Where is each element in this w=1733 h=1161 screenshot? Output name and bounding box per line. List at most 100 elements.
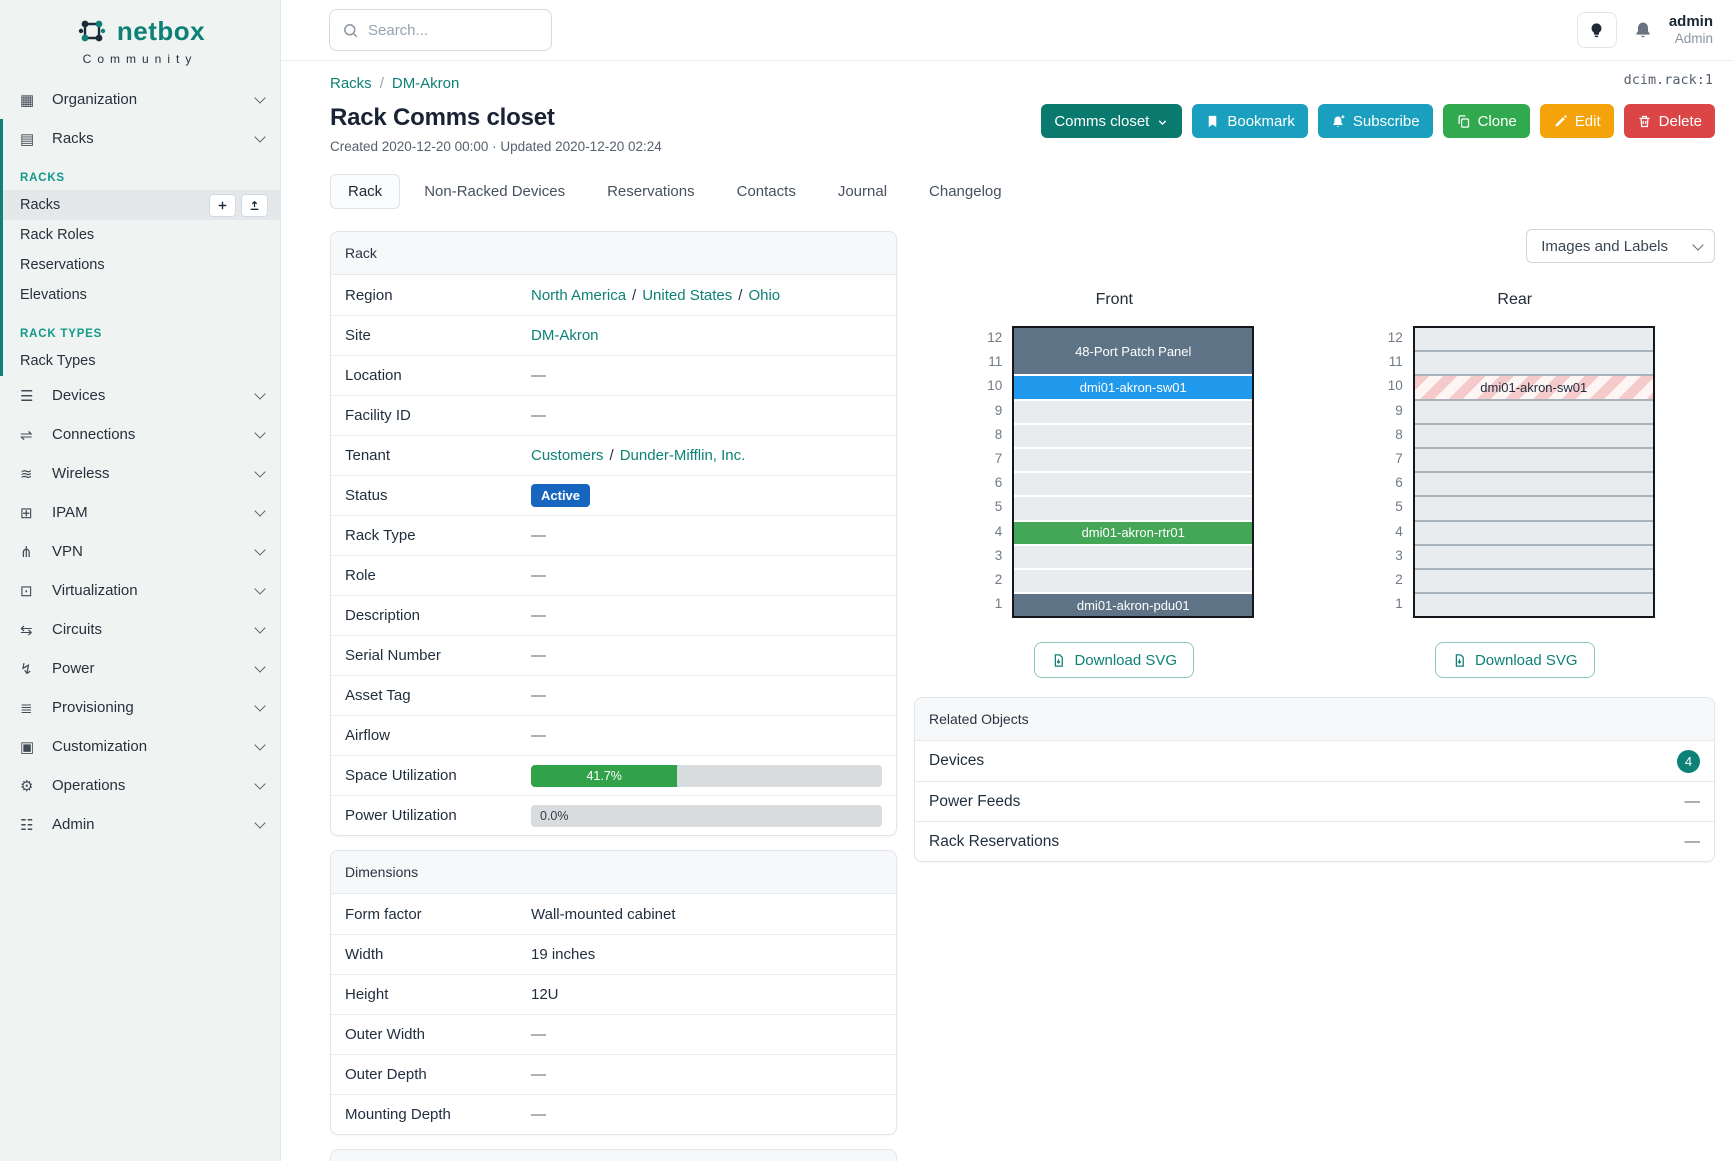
dimensions-panel-title: Dimensions (331, 851, 896, 894)
rack-device-dmi01-akron-rtr01[interactable]: dmi01-akron-rtr01 (1014, 522, 1252, 544)
sidebar-subitem-racks[interactable]: Racks (0, 190, 280, 220)
unit-number: 3 (1375, 544, 1403, 568)
empty-rack-unit (1415, 497, 1653, 519)
rack-device-dmi01-akron-sw01[interactable]: dmi01-akron-sw01 (1415, 376, 1653, 398)
region-link[interactable]: United States (642, 287, 732, 304)
row-power-utilization: Power Utilization 0.0% (331, 795, 896, 835)
sidebar-item-wireless[interactable]: ≋Wireless (0, 454, 280, 493)
unit-number: 9 (974, 399, 1002, 423)
import-racks-button[interactable] (241, 194, 268, 217)
related-row-power-feeds[interactable]: Power Feeds— (915, 781, 1714, 821)
empty-rack-unit (1415, 401, 1653, 423)
sidebar-item-circuits[interactable]: ⇆Circuits (0, 610, 280, 649)
bookmark-button[interactable]: Bookmark (1192, 104, 1308, 138)
tenant-group-link[interactable]: Customers (531, 447, 604, 464)
sidebar-item-ipam[interactable]: ⊞IPAM (0, 493, 280, 532)
row-description: Description — (331, 595, 896, 635)
tab-journal[interactable]: Journal (820, 174, 905, 209)
related-row-rack-reservations[interactable]: Rack Reservations— (915, 821, 1714, 861)
empty-rack-unit (1415, 328, 1653, 350)
network-icon: ⋔ (20, 543, 44, 561)
tab-contacts[interactable]: Contacts (719, 174, 814, 209)
sidebar-item-vpn[interactable]: ⋔VPN (0, 532, 280, 571)
breadcrumb-site-link[interactable]: DM-Akron (392, 75, 460, 92)
sidebar-item-devices[interactable]: ☰Devices (0, 376, 280, 415)
sidebar-item-customization[interactable]: ▣Customization (0, 727, 280, 766)
breadcrumb: Racks / DM-Akron (330, 75, 1715, 92)
brand-subtitle: Community (0, 52, 280, 66)
tab-reservations[interactable]: Reservations (589, 174, 713, 209)
user-menu[interactable]: admin Admin (1669, 13, 1713, 47)
sidebar-subitem-rack-types[interactable]: Rack Types (0, 346, 280, 376)
sidebar-item-power[interactable]: ↯Power (0, 649, 280, 688)
global-search[interactable] (329, 9, 552, 51)
region-link[interactable]: Ohio (748, 287, 780, 304)
sidebar-item-operations[interactable]: ⚙Operations (0, 766, 280, 805)
pencil-icon (1553, 114, 1568, 129)
tenant-link[interactable]: Dunder-Mifflin, Inc. (620, 447, 746, 464)
empty-rack-unit (1014, 401, 1252, 423)
subscribe-button[interactable]: Subscribe (1318, 104, 1433, 138)
row-asset-tag: Asset Tag — (331, 675, 896, 715)
space-utilization-bar: 41.7% (531, 765, 882, 787)
netbox-logo[interactable]: netbox Community (0, 0, 280, 66)
lightning-icon: ↯ (20, 660, 44, 678)
sidebar-subitem-reservations[interactable]: Reservations (0, 250, 280, 280)
related-row-devices[interactable]: Devices4 (915, 741, 1714, 781)
clone-button[interactable]: Clone (1443, 104, 1530, 138)
search-input[interactable] (368, 22, 518, 39)
row-outer-width: Outer Width— (331, 1014, 896, 1054)
row-width: Width19 inches (331, 934, 896, 974)
tab-changelog[interactable]: Changelog (911, 174, 1020, 209)
chevron-down-icon (254, 661, 265, 672)
unit-number: 12 (974, 326, 1002, 350)
created-updated-meta: Created 2020-12-20 00:00 · Updated 2020-… (330, 139, 662, 154)
sidebar-subitem-elevations[interactable]: Elevations (0, 280, 280, 310)
tab-non-racked-devices[interactable]: Non-Racked Devices (406, 174, 583, 209)
sidebar-item-organization[interactable]: ▦ Organization (0, 80, 280, 119)
row-serial-number: Serial Number — (331, 635, 896, 675)
edit-button[interactable]: Edit (1540, 104, 1614, 138)
lightbulb-icon (1588, 22, 1605, 39)
top-bar: admin Admin (281, 0, 1733, 61)
rack-selector-dropdown[interactable]: Comms closet (1041, 104, 1182, 138)
download-svg-rear-button[interactable]: Download SVG (1435, 642, 1595, 678)
file-download-icon (1452, 653, 1467, 668)
region-link[interactable]: North America (531, 287, 626, 304)
empty-rack-unit (1415, 352, 1653, 374)
rack-device-dmi01-akron-sw01[interactable]: dmi01-akron-sw01 (1014, 376, 1252, 398)
site-link[interactable]: DM-Akron (531, 327, 599, 344)
sidebar-subitem-rack-roles[interactable]: Rack Roles (0, 220, 280, 250)
breadcrumb-racks-link[interactable]: Racks (330, 75, 372, 92)
chevron-down-icon (254, 427, 265, 438)
notifications-bell-icon[interactable] (1633, 20, 1653, 40)
sidebar-item-provisioning[interactable]: ≣Provisioning (0, 688, 280, 727)
unit-number: 5 (1375, 495, 1403, 519)
rack-icon: ▤ (20, 130, 44, 148)
count-badge: 4 (1677, 750, 1700, 773)
delete-button[interactable]: Delete (1624, 104, 1715, 138)
row-location: Location — (331, 355, 896, 395)
add-rack-button[interactable] (209, 194, 236, 217)
sidebar-item-admin[interactable]: ☷Admin (0, 805, 280, 844)
chevron-down-icon (1692, 239, 1703, 250)
rack-device-dmi01-akron-pdu01[interactable]: dmi01-akron-pdu01 (1014, 594, 1252, 616)
sidebar-item-virtualization[interactable]: ⊡Virtualization (0, 571, 280, 610)
related-objects-panel: Related Objects Devices4Power Feeds—Rack… (914, 697, 1715, 862)
ip-card-icon: ⊞ (20, 504, 44, 522)
row-airflow: Airflow — (331, 715, 896, 755)
theme-toggle-button[interactable] (1577, 12, 1617, 48)
rack-device-48-port-patch-panel[interactable]: 48-Port Patch Panel (1014, 328, 1252, 374)
chevron-down-icon (254, 544, 265, 555)
unit-number: 3 (974, 544, 1002, 568)
row-space-utilization: Space Utilization 41.7% (331, 755, 896, 795)
elevation-view-select[interactable]: Images and Labels (1526, 229, 1715, 263)
sidebar-item-connections[interactable]: ⇌Connections (0, 415, 280, 454)
brand-name: netbox (117, 16, 205, 47)
chevron-down-icon (254, 131, 265, 142)
download-svg-front-button[interactable]: Download SVG (1034, 642, 1194, 678)
unit-number: 6 (1375, 471, 1403, 495)
row-mounting-depth: Mounting Depth— (331, 1094, 896, 1134)
tab-rack[interactable]: Rack (330, 174, 400, 209)
sidebar-item-racks[interactable]: ▤ Racks (0, 119, 280, 158)
